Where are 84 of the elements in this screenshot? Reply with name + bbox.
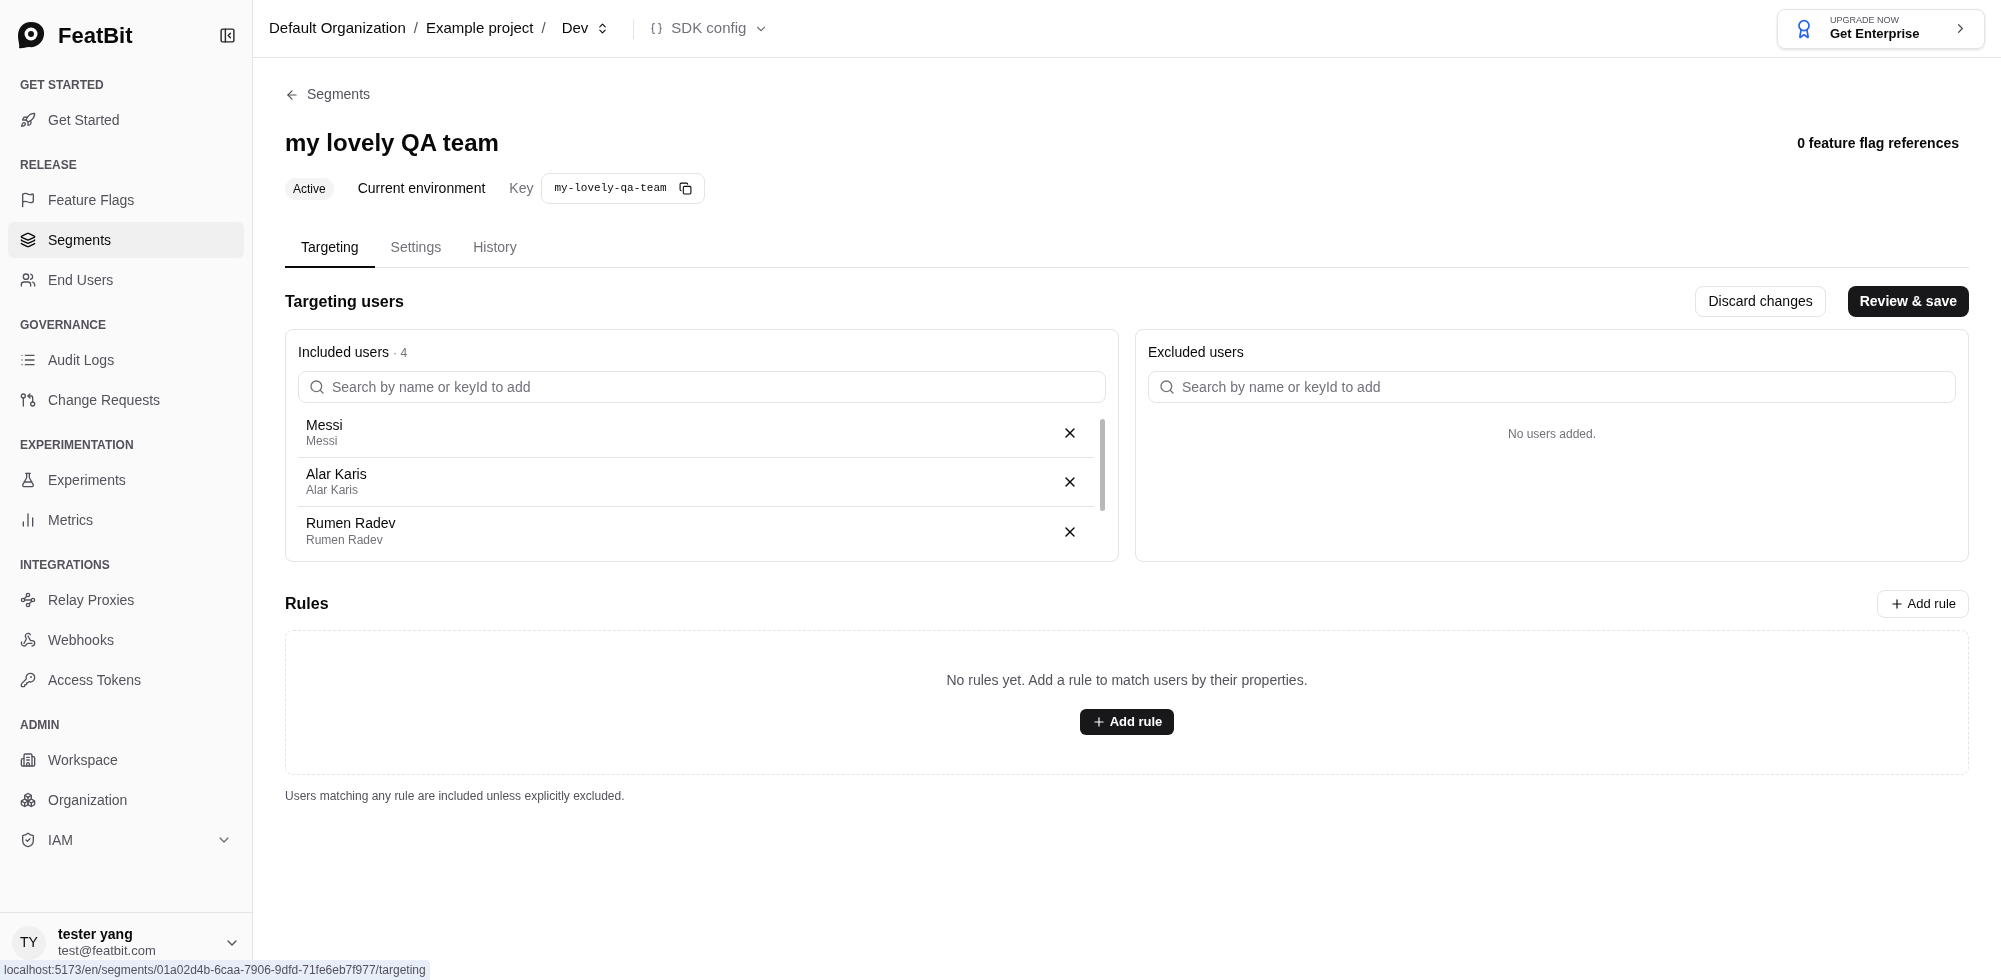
- user-email: test@featbit.com: [58, 943, 157, 960]
- building-icon: [20, 752, 36, 768]
- user-count: · 4: [393, 344, 408, 362]
- users-icon: [20, 272, 36, 288]
- logo-icon: [16, 20, 46, 50]
- panel-title: Excluded users: [1148, 343, 1245, 362]
- nodes-icon: [20, 592, 36, 608]
- nav-item[interactable]: Metrics: [8, 502, 244, 538]
- url-status-bar: localhost:5173/en/segments/01a02d4b-6caa-7906-9dfd-71fe6eb7f977/targeting: [0, 960, 430, 980]
- avatar: TY: [12, 925, 46, 960]
- search-field[interactable]: Search by name or keyId to add: [298, 371, 1106, 403]
- nav-item[interactable]: Experiments: [8, 462, 244, 498]
- panel-title: Included users: [298, 343, 390, 362]
- discard-button[interactable]: Discard changes: [1695, 286, 1826, 317]
- status-badge: Active: [285, 177, 334, 200]
- add-rule-button[interactable]: Add rule: [1876, 590, 1969, 618]
- nav-item[interactable]: Audit Logs: [8, 342, 244, 378]
- breadcrumb-separator: /: [413, 18, 418, 39]
- key-icon: [20, 672, 36, 688]
- tab[interactable]: History: [457, 228, 533, 268]
- section-label: GET STARTED: [19, 77, 105, 94]
- nav-item[interactable]: Relay Proxies: [8, 582, 244, 618]
- empty-message: No rules yet. Add a rule to match users by their properties.: [946, 671, 1308, 690]
- search-icon: [309, 379, 325, 395]
- plus-icon: [1091, 715, 1106, 729]
- review-save-button[interactable]: Review & save: [1847, 286, 1969, 317]
- section-title: Targeting users: [285, 291, 404, 312]
- section-title: Rules: [285, 594, 329, 614]
- section-label: RELEASE: [19, 157, 78, 174]
- breadcrumb-link[interactable]: Default Organization: [269, 17, 406, 40]
- environment-selector[interactable]: Dev: [553, 17, 618, 40]
- webhook-icon: [20, 632, 36, 648]
- user-key: Alar Karis: [306, 483, 367, 499]
- nav-item[interactable]: Change Requests: [8, 382, 244, 418]
- nav-item[interactable]: Get Started: [8, 102, 244, 138]
- boxes-icon: [20, 792, 36, 808]
- section-label: GOVERNANCE: [19, 317, 107, 334]
- layers-icon: [20, 232, 36, 248]
- nav-item[interactable]: Webhooks: [8, 622, 244, 658]
- breadcrumb-separator: /: [541, 18, 546, 39]
- flask-icon: [20, 472, 36, 488]
- brand-name: FeatBit: [58, 21, 133, 50]
- section-label: ADMIN: [19, 717, 61, 734]
- braces-icon: [650, 22, 664, 35]
- nav-item[interactable]: Workspace: [8, 742, 244, 778]
- section-label: INTEGRATIONS: [19, 557, 111, 574]
- bar-chart-icon: [20, 512, 36, 528]
- nav-item[interactable]: Feature Flags: [8, 182, 244, 218]
- tab[interactable]: Targeting: [285, 228, 375, 268]
- search-field[interactable]: Search by name or keyId to add: [1148, 371, 1956, 403]
- environment-label: Current environment: [357, 179, 486, 198]
- segment-title: my lovely QA team: [285, 128, 499, 158]
- rules-note: Users matching any rule are included unless explicitly excluded.: [285, 788, 626, 805]
- key-label: Key: [509, 179, 534, 198]
- nav-item[interactable]: Segments: [8, 222, 244, 258]
- user-key: Messi: [306, 434, 343, 450]
- nav-item[interactable]: End Users: [8, 262, 244, 298]
- add-rule-button[interactable]: Add rule: [1079, 709, 1175, 735]
- empty-message: No users added.: [1506, 426, 1598, 443]
- user-key: Rumen Radev: [306, 532, 396, 548]
- user-name: Alar Karis: [306, 465, 367, 484]
- tab[interactable]: Settings: [374, 228, 458, 268]
- user-name: Messi: [306, 416, 343, 435]
- nav-item[interactable]: IAM: [8, 822, 244, 858]
- list-icon: [20, 352, 36, 368]
- plus-icon: [1889, 597, 1904, 611]
- user-name: tester yang: [58, 925, 134, 944]
- rocket-icon: [20, 112, 36, 128]
- upgrade-button[interactable]: UPGRADE NOW Get Enterprise: [1777, 8, 1985, 49]
- search-icon: [1159, 379, 1175, 395]
- copy-icon[interactable]: [678, 182, 692, 195]
- breadcrumb-link[interactable]: Example project: [425, 17, 534, 40]
- nav-item[interactable]: Access Tokens: [8, 662, 244, 698]
- section-label: EXPERIMENTATION: [19, 437, 135, 454]
- nav-item[interactable]: Organization: [8, 782, 244, 818]
- sdk-config-button[interactable]: SDK config: [650, 17, 769, 40]
- key-value: my-lovely-qa-team: [554, 181, 667, 197]
- branch-icon: [20, 392, 36, 408]
- flag-icon: [20, 192, 36, 208]
- collapse-sidebar-icon[interactable]: [219, 26, 236, 44]
- back-link[interactable]: Segments: [285, 84, 371, 105]
- references-count: 0 feature flag references: [1797, 133, 1959, 153]
- shield-icon: [20, 832, 36, 848]
- user-name: Rumen Radev: [306, 515, 396, 533]
